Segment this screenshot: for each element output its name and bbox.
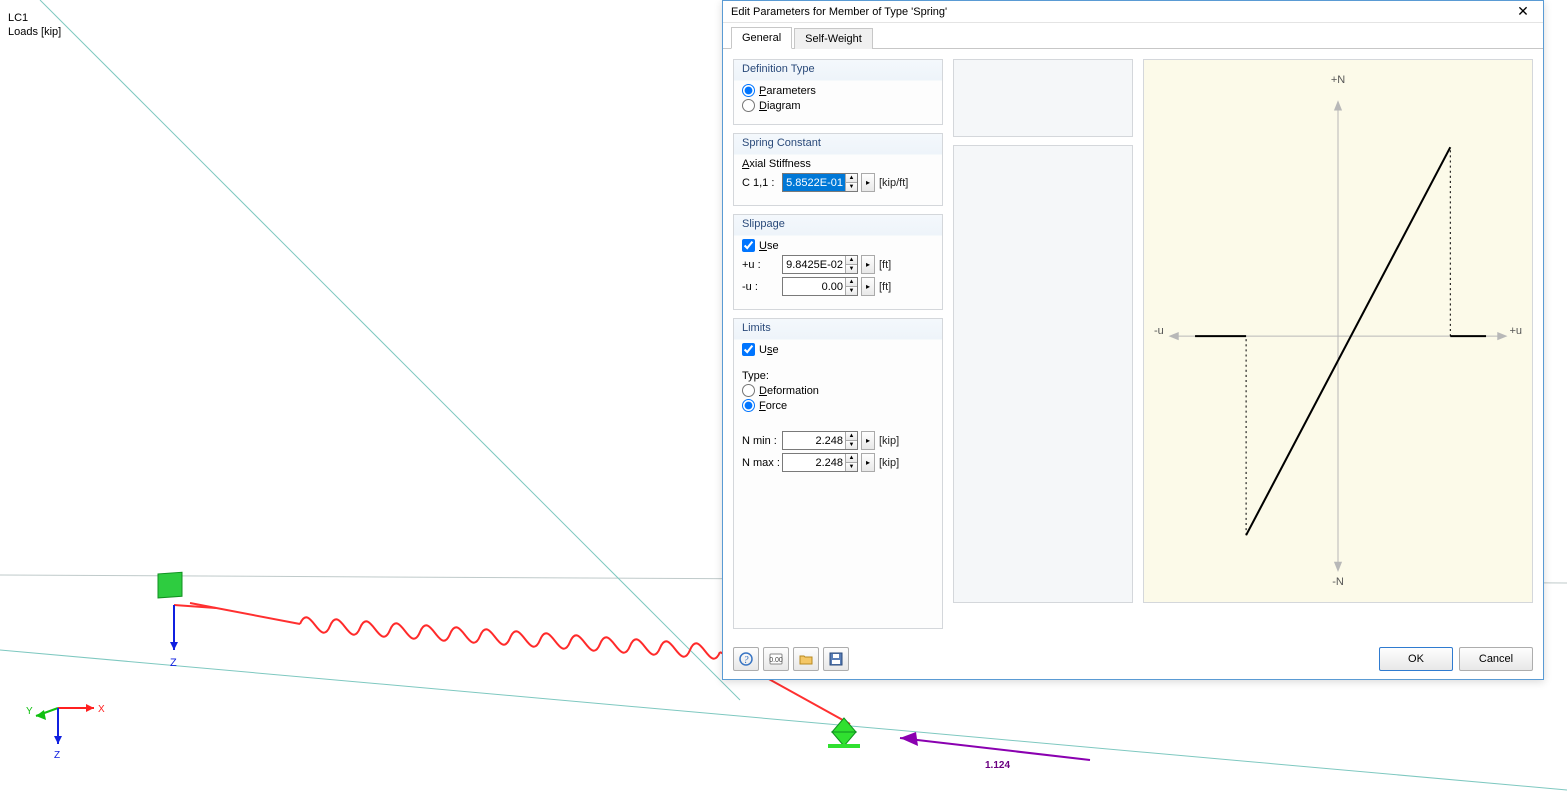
- radio-parameters-row[interactable]: Parameters: [742, 84, 934, 97]
- nmax-unit: [kip]: [879, 457, 899, 469]
- group-limits-title: Limits: [742, 322, 771, 334]
- nmin-up[interactable]: ▲: [846, 432, 857, 441]
- folder-icon[interactable]: [793, 647, 819, 671]
- group-limits: Limits Use Type: Deformation Force N m: [733, 318, 943, 629]
- nmin-down[interactable]: ▼: [846, 441, 857, 449]
- limits-use-label: Use: [759, 344, 779, 356]
- axial-stiffness-label: Axial Stiffness: [742, 158, 934, 170]
- plus-u-unit: [ft]: [879, 259, 891, 271]
- plus-u-label: +u :: [742, 259, 778, 271]
- minus-u-unit: [ft]: [879, 281, 891, 293]
- group-slippage-title: Slippage: [742, 218, 785, 230]
- mid-panel-top: [953, 59, 1133, 137]
- group-slippage: Slippage Use +u : ▲▼ ▸ [ft] -u :: [733, 214, 943, 310]
- limits-type-label: Type:: [742, 370, 934, 382]
- nmax-aux[interactable]: ▸: [861, 453, 875, 472]
- close-button[interactable]: ✕: [1509, 3, 1537, 21]
- c11-down[interactable]: ▼: [846, 183, 857, 191]
- radio-deformation-row[interactable]: Deformation: [742, 384, 934, 397]
- minus-u-down[interactable]: ▼: [846, 287, 857, 295]
- group-definition-title: Definition Type: [742, 63, 815, 75]
- tab-row: General Self-Weight: [723, 23, 1543, 49]
- nmin-aux[interactable]: ▸: [861, 431, 875, 450]
- radio-force-label: Force: [759, 400, 787, 412]
- c11-unit: [kip/ft]: [879, 177, 908, 189]
- radio-diagram-label: Diagram: [759, 100, 801, 112]
- nmin-input[interactable]: [783, 432, 845, 449]
- svg-text:?: ?: [744, 655, 749, 666]
- loads-label: Loads [kip]: [8, 26, 61, 38]
- tab-self-weight[interactable]: Self-Weight: [794, 28, 873, 49]
- help-icon[interactable]: ?: [733, 647, 759, 671]
- axis-minus-n: -N: [1332, 576, 1344, 588]
- c11-spinner[interactable]: ▲ ▼: [782, 173, 858, 192]
- plus-u-down[interactable]: ▼: [846, 265, 857, 273]
- svg-text:0.00: 0.00: [769, 657, 783, 664]
- svg-text:Z: Z: [170, 657, 177, 669]
- save-icon[interactable]: [823, 647, 849, 671]
- slippage-use-checkbox[interactable]: [742, 239, 755, 252]
- spring-params-dialog: Edit Parameters for Member of Type 'Spri…: [722, 0, 1544, 680]
- svg-text:X: X: [98, 704, 105, 715]
- ok-button[interactable]: OK: [1379, 647, 1453, 671]
- nmax-label: N max :: [742, 457, 778, 469]
- radio-diagram[interactable]: [742, 99, 755, 112]
- diagram-panel: +N -N -u +u: [1143, 59, 1533, 603]
- minus-u-label: -u :: [742, 281, 778, 293]
- c11-label: C 1,1 :: [742, 177, 778, 189]
- group-definition-type: Definition Type Parameters Diagram: [733, 59, 943, 125]
- axis-plus-u: +u: [1509, 325, 1522, 337]
- dialog-bottom-bar: ? 0.00 OK Cancel: [733, 647, 1533, 671]
- minus-u-up[interactable]: ▲: [846, 278, 857, 287]
- axis-plus-n: +N: [1331, 74, 1345, 86]
- radio-parameters[interactable]: [742, 84, 755, 97]
- minus-u-aux[interactable]: ▸: [861, 277, 875, 296]
- c11-input[interactable]: [783, 174, 845, 191]
- nmax-spinner[interactable]: ▲▼: [782, 453, 858, 472]
- nmin-unit: [kip]: [879, 435, 899, 447]
- dialog-titlebar[interactable]: Edit Parameters for Member of Type 'Spri…: [723, 1, 1543, 23]
- axis-minus-u: -u: [1154, 325, 1164, 337]
- limits-use-checkbox[interactable]: [742, 343, 755, 356]
- limits-use-row[interactable]: Use: [742, 343, 934, 356]
- tab-general[interactable]: General: [731, 27, 792, 49]
- svg-text:Z: Z: [54, 750, 60, 761]
- loadcase-label: LC1: [8, 12, 28, 24]
- nmax-down[interactable]: ▼: [846, 463, 857, 471]
- plus-u-up[interactable]: ▲: [846, 256, 857, 265]
- force-value-label: 1.124: [985, 760, 1010, 771]
- cancel-button[interactable]: Cancel: [1459, 647, 1533, 671]
- group-spring-constant: Spring Constant Axial Stiffness C 1,1 : …: [733, 133, 943, 206]
- plus-u-aux[interactable]: ▸: [861, 255, 875, 274]
- nmin-label: N min :: [742, 435, 778, 447]
- dialog-title: Edit Parameters for Member of Type 'Spri…: [731, 6, 947, 18]
- mid-panel-bottom: [953, 145, 1133, 603]
- radio-deformation[interactable]: [742, 384, 755, 397]
- slippage-use-row[interactable]: Use: [742, 239, 934, 252]
- group-spring-title: Spring Constant: [742, 137, 821, 149]
- nmin-spinner[interactable]: ▲▼: [782, 431, 858, 450]
- units-icon[interactable]: 0.00: [763, 647, 789, 671]
- minus-u-input[interactable]: [783, 278, 845, 295]
- radio-force-row[interactable]: Force: [742, 399, 934, 412]
- radio-force[interactable]: [742, 399, 755, 412]
- nmax-input[interactable]: [783, 454, 845, 471]
- diagram-svg: [1144, 60, 1532, 602]
- plus-u-input[interactable]: [783, 256, 845, 273]
- nmax-up[interactable]: ▲: [846, 454, 857, 463]
- radio-parameters-label: Parameters: [759, 85, 816, 97]
- c11-up[interactable]: ▲: [846, 174, 857, 183]
- slippage-use-label: Use: [759, 240, 779, 252]
- radio-diagram-row[interactable]: Diagram: [742, 99, 934, 112]
- c11-aux[interactable]: ▸: [861, 173, 875, 192]
- svg-text:Y: Y: [26, 706, 33, 717]
- minus-u-spinner[interactable]: ▲▼: [782, 277, 858, 296]
- radio-deformation-label: Deformation: [759, 385, 819, 397]
- plus-u-spinner[interactable]: ▲▼: [782, 255, 858, 274]
